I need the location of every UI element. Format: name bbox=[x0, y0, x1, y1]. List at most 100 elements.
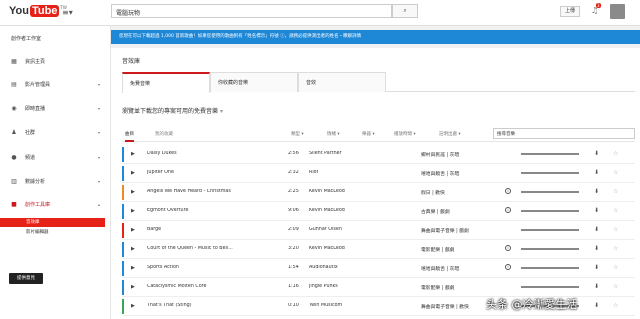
download-icon[interactable]: ⬇ bbox=[594, 207, 599, 214]
waveform[interactable] bbox=[521, 229, 579, 231]
download-icon[interactable]: ⬇ bbox=[594, 283, 599, 290]
waveform[interactable] bbox=[521, 172, 579, 174]
waveform[interactable] bbox=[521, 248, 579, 250]
search-button[interactable]: ⌕ bbox=[392, 4, 418, 18]
attribution-dropdown[interactable]: 註明出處 ▾ bbox=[439, 131, 461, 137]
star-icon[interactable]: ☆ bbox=[613, 245, 618, 252]
filter-bar: 曲目 我的收藏 類型 ▾ 情緒 ▾ 樂器 ▾ 播放時間 ▾ 註明出處 ▾ 搜尋音… bbox=[122, 128, 635, 142]
track-duration: 3:20 bbox=[288, 246, 299, 251]
table-row[interactable]: ▶ Jupiter One 2:32 Riot 嘻哈與饒舌 | 灰暗 ⬇ ☆ bbox=[122, 164, 635, 183]
sidebar-item-community[interactable]: ♟ 社群 ▾ bbox=[0, 126, 111, 138]
sidebar-subitem-audio-library[interactable]: 音效庫 bbox=[0, 218, 105, 227]
table-row[interactable]: ▶ Sports Action 1:54 Audionautix 嘻哈與饒舌 | 灰暗 i… bbox=[122, 259, 635, 278]
sidebar-item-analytics[interactable]: ▥ 數據分析 ▾ bbox=[0, 175, 111, 187]
play-icon[interactable]: ▶ bbox=[131, 227, 135, 233]
star-icon[interactable]: ☆ bbox=[613, 150, 618, 157]
star-icon[interactable]: ☆ bbox=[613, 169, 618, 176]
download-icon[interactable]: ⬇ bbox=[594, 226, 599, 233]
play-icon[interactable]: ▶ bbox=[131, 189, 135, 195]
hamburger-menu-icon[interactable]: ≡▾ bbox=[62, 8, 73, 17]
star-icon[interactable]: ☆ bbox=[613, 264, 618, 271]
sidebar-heading[interactable]: 創作者工作室 bbox=[11, 35, 41, 42]
play-icon[interactable]: ▶ bbox=[131, 265, 135, 271]
tab-bar: 免費音樂 你收藏的音樂 音效 bbox=[122, 72, 635, 93]
chevron-down-icon: ▾ bbox=[98, 154, 101, 160]
genre-color-bar bbox=[122, 242, 124, 257]
watermark: 头条 @冷漸愛生活 bbox=[486, 298, 578, 311]
table-row[interactable]: ▶ Cataclysmic Molten Core 1:16 Jingle Punks… bbox=[122, 278, 635, 297]
track-duration: 2:25 bbox=[288, 189, 299, 194]
instrument-dropdown[interactable]: 樂器 ▾ bbox=[362, 131, 375, 137]
chevron-down-icon: ▾ bbox=[98, 178, 101, 184]
filter-tab-tracks[interactable]: 曲目 bbox=[125, 131, 134, 142]
waveform[interactable] bbox=[521, 191, 579, 193]
tab-free-music[interactable]: 免費音樂 bbox=[122, 72, 210, 93]
table-row[interactable]: ▶ Egmont Overture 9:06 Kevin MacLeod 古典樂 | 戲… bbox=[122, 202, 635, 221]
play-icon[interactable]: ▶ bbox=[131, 208, 135, 214]
notification-count-badge: 3 bbox=[596, 3, 601, 8]
attribution-icon[interactable]: i bbox=[505, 264, 511, 270]
track-title: Jupiter One bbox=[147, 170, 174, 175]
download-icon[interactable]: ⬇ bbox=[594, 169, 599, 176]
track-genre: 嘻哈與饒舌 | 灰暗 bbox=[421, 172, 460, 177]
play-icon[interactable]: ▶ bbox=[131, 303, 135, 309]
attribution-icon[interactable]: i bbox=[505, 245, 511, 251]
sidebar: 創作者工作室 ▦ 資訊主頁 ▤ 影片管理員 ▾ ◉ 即時直播 ▾ ♟ 社群 ▾ ● 頻道 ▾ ▥ 數… bbox=[0, 26, 111, 319]
sidebar-item-live[interactable]: ◉ 即時直播 ▾ bbox=[0, 102, 111, 114]
table-row[interactable]: ▶ Angels We Have Heard - Christmas 2:25 Kev… bbox=[122, 183, 635, 202]
mood-dropdown[interactable]: 情緒 ▾ bbox=[327, 131, 340, 137]
genre-color-bar bbox=[122, 185, 124, 200]
sidebar-item-dashboard[interactable]: ▦ 資訊主頁 bbox=[0, 55, 111, 67]
genre-dropdown[interactable]: 類型 ▾ bbox=[291, 131, 304, 137]
waveform[interactable] bbox=[521, 286, 579, 288]
track-artist: Gunnar Olsen bbox=[309, 227, 342, 232]
sidebar-item-video-manager[interactable]: ▤ 影片管理員 ▾ bbox=[0, 78, 111, 90]
table-row[interactable]: ▶ Barge 2:09 Gunnar Olsen 舞曲與電子音樂 | 戲劇 ⬇ ☆ bbox=[122, 221, 635, 240]
download-icon[interactable]: ⬇ bbox=[594, 150, 599, 157]
feedback-button[interactable]: 提供意見 bbox=[9, 273, 43, 284]
table-row[interactable]: ▶ Court of the Queen - Music to Beli... 3:… bbox=[122, 240, 635, 259]
play-icon[interactable]: ▶ bbox=[131, 246, 135, 252]
sidebar-subitem-video-editor[interactable]: 影片編輯器 bbox=[0, 228, 105, 237]
download-icon[interactable]: ⬇ bbox=[594, 302, 599, 309]
sidebar-item-create[interactable]: ■ 創作工具庫 ▴ bbox=[0, 198, 111, 210]
track-genre: 鄉村與民謠 | 灰暗 bbox=[421, 153, 460, 158]
sidebar-item-channel[interactable]: ● 頻道 ▾ bbox=[0, 151, 111, 163]
waveform[interactable] bbox=[521, 153, 579, 155]
subtitle-text: 瀏覽並下載您的專案可用的免費音樂 bbox=[122, 108, 219, 115]
star-icon[interactable]: ☆ bbox=[613, 207, 618, 214]
chevron-up-icon: ▴ bbox=[98, 201, 101, 207]
play-icon[interactable]: ▶ bbox=[131, 284, 135, 290]
attribution-icon[interactable]: i bbox=[505, 207, 511, 213]
upload-button[interactable]: 上傳 bbox=[560, 6, 580, 17]
filter-tab-starred[interactable]: 我的收藏 bbox=[155, 131, 173, 137]
info-icon[interactable]: ▾ bbox=[220, 108, 223, 115]
chevron-down-icon: ▾ bbox=[98, 105, 101, 111]
track-artist: Kevin MacLeod bbox=[309, 208, 345, 213]
waveform[interactable] bbox=[521, 267, 579, 269]
avatar[interactable] bbox=[610, 4, 625, 19]
youtube-logo[interactable]: You Tube TW bbox=[9, 5, 67, 17]
waveform[interactable] bbox=[521, 210, 579, 212]
music-search-input[interactable]: 搜尋音樂 bbox=[493, 128, 635, 139]
download-icon[interactable]: ⬇ bbox=[594, 245, 599, 252]
track-duration: 0:10 bbox=[288, 303, 299, 308]
track-artist: Riot bbox=[309, 170, 319, 175]
play-icon[interactable]: ▶ bbox=[131, 170, 135, 176]
play-icon[interactable]: ▶ bbox=[131, 151, 135, 157]
logo-tube-text: Tube bbox=[29, 5, 60, 17]
attribution-icon[interactable]: i bbox=[505, 188, 511, 194]
star-icon[interactable]: ☆ bbox=[613, 283, 618, 290]
chevron-down-icon: ▾ bbox=[98, 81, 101, 87]
search-input[interactable]: 電腦玩物 bbox=[111, 4, 392, 18]
star-icon[interactable]: ☆ bbox=[613, 302, 618, 309]
table-row[interactable]: ▶ Daisy Dukes 2:56 Silent Partner 鄉村與民謠 | 灰暗… bbox=[122, 145, 635, 164]
tab-sound-effects[interactable]: 音效 bbox=[298, 72, 386, 92]
star-icon[interactable]: ☆ bbox=[613, 226, 618, 233]
tab-favorites[interactable]: 你收藏的音樂 bbox=[210, 72, 298, 92]
download-icon[interactable]: ⬇ bbox=[594, 188, 599, 195]
sidebar-item-label: 影片管理員 bbox=[25, 81, 51, 88]
duration-dropdown[interactable]: 播放時間 ▾ bbox=[394, 131, 416, 137]
download-icon[interactable]: ⬇ bbox=[594, 264, 599, 271]
star-icon[interactable]: ☆ bbox=[613, 188, 618, 195]
